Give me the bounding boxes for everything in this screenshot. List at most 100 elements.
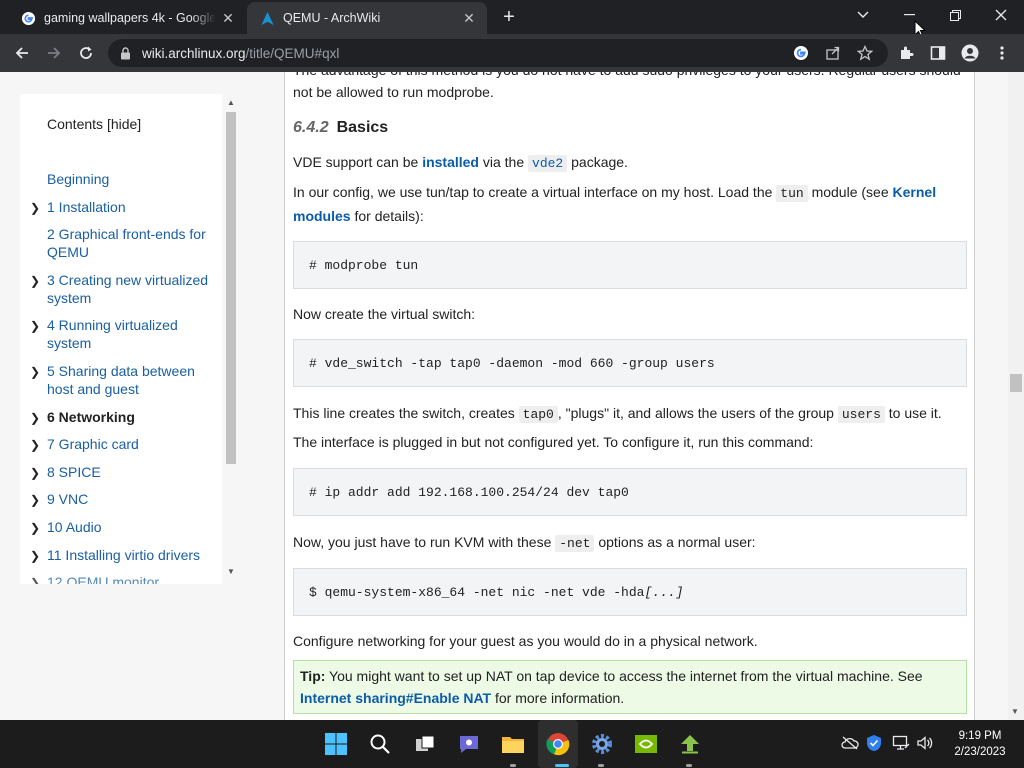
task-view-icon[interactable]	[411, 730, 439, 758]
network-icon[interactable]	[892, 734, 910, 752]
menu-kebab-icon[interactable]	[989, 40, 1015, 66]
scroll-down-arrow-icon[interactable]: ▼	[226, 567, 236, 576]
reload-button[interactable]	[73, 40, 99, 66]
chevron-right-icon[interactable]: ❯	[30, 491, 42, 509]
search-icon[interactable]	[366, 730, 394, 758]
chevron-right-icon[interactable]: ❯	[30, 436, 42, 454]
scroll-down-arrow-icon[interactable]: ▼	[1011, 707, 1019, 716]
toc-hide-link[interactable]: [hide]	[107, 116, 141, 132]
toc-item-label: 7 Graphic card	[47, 436, 139, 452]
tip-label: Tip:	[300, 668, 326, 684]
settings-gear-icon[interactable]	[588, 730, 616, 758]
address-bar[interactable]: wiki.archlinux.org/title/QEMU#qxl	[108, 39, 888, 67]
web-page: Contents [hide] Beginning ❯ 1 Installatio…	[0, 72, 1024, 720]
article-content: The advantage of this method is you do n…	[284, 72, 975, 720]
chevron-right-icon[interactable]: ❯	[30, 317, 42, 335]
clock-date: 2/23/2023	[954, 746, 1006, 758]
toc-item-label: 11 Installing virtio drivers	[47, 547, 201, 563]
section-title: Basics	[336, 119, 389, 136]
teams-chat-icon[interactable]	[455, 730, 483, 758]
text: VDE support can be	[293, 154, 423, 170]
page-scrollbar[interactable]	[1008, 72, 1024, 720]
inline-code: -net	[555, 535, 595, 552]
google-lens-icon[interactable]	[792, 44, 810, 62]
windows-start-icon[interactable]	[322, 730, 350, 758]
chrome-icon[interactable]	[544, 730, 572, 758]
toc-item-label: 12 QEMU monitor	[47, 574, 160, 584]
new-tab-button[interactable]: +	[497, 6, 521, 28]
toc-item-label: 3 Creating new virtualized system	[47, 272, 209, 306]
chevron-right-icon[interactable]: ❯	[30, 272, 42, 290]
tab-strip: gaming wallpapers 4k - Google Search ✕ Q…	[0, 0, 1024, 38]
toc-item-label: 1 Installation	[47, 199, 126, 215]
text: package.	[567, 154, 628, 170]
system-clock[interactable]: 9:19 PM 2/23/2023	[944, 728, 1016, 760]
close-window-button[interactable]	[978, 0, 1024, 30]
url-host: wiki.archlinux.org	[142, 45, 246, 61]
chevron-right-icon[interactable]: ❯	[30, 464, 42, 482]
extensions-icon[interactable]	[893, 40, 919, 66]
tab-google-search[interactable]: gaming wallpapers 4k - Google Search ✕	[8, 2, 246, 34]
toc-item-label: 4 Running virtualized system	[47, 317, 178, 351]
cloud-offline-icon[interactable]	[841, 734, 859, 752]
tab-qemu-archwiki[interactable]: QEMU - ArchWiki ✕	[247, 2, 487, 34]
toc-item-label: 6 Networking	[47, 409, 135, 425]
installed-link[interactable]: installed	[422, 154, 479, 170]
paragraph-configure-networking: Configure networking for your guest as y…	[293, 630, 963, 652]
close-icon[interactable]: ✕	[216, 10, 240, 27]
intro-text: The advantage of this method is you do n…	[293, 72, 963, 103]
restore-button[interactable]	[932, 0, 978, 30]
running-indicator	[686, 764, 692, 767]
profile-avatar-icon[interactable]	[957, 40, 983, 66]
text: to use it.	[884, 405, 942, 421]
google-icon	[20, 10, 36, 26]
internet-sharing-link[interactable]: Internet sharing#Enable NAT	[300, 690, 491, 706]
chevron-right-icon[interactable]: ❯	[30, 409, 42, 427]
url-path: /title/QEMU#qxl	[245, 45, 340, 61]
chevron-right-icon[interactable]: ❯	[30, 574, 42, 584]
toc-item-label: Beginning	[47, 171, 110, 187]
lock-icon[interactable]	[120, 46, 134, 60]
share-icon[interactable]	[824, 44, 842, 62]
code-text: # modprobe tun	[309, 257, 419, 273]
scroll-up-arrow-icon[interactable]: ▲	[226, 98, 236, 107]
security-shield-icon[interactable]	[865, 734, 883, 752]
file-explorer-icon[interactable]	[499, 730, 527, 758]
text: Now, you just have to run KVM with these	[293, 534, 556, 550]
code-text-placeholder: [...]	[644, 584, 684, 600]
toc-item-label: 2 Graphical front-ends for QEMU	[47, 226, 206, 260]
close-icon[interactable]: ✕	[457, 10, 481, 27]
toc-item-label: 8 SPICE	[47, 464, 101, 480]
chevron-right-icon[interactable]: ❯	[30, 547, 42, 565]
chevron-right-icon[interactable]: ❯	[30, 519, 42, 537]
tab-search-icon[interactable]	[840, 0, 886, 30]
code-block: $ qemu-system-x86_64 -net nic -net vde -…	[293, 568, 967, 616]
paragraph-run-kvm: Now, you just have to run KVM with these…	[293, 531, 963, 555]
page-scrollbar-thumb[interactable]	[1010, 374, 1022, 392]
vde2-package-link[interactable]: vde2	[528, 155, 568, 172]
text: Configure networking for your guest as y…	[293, 633, 758, 649]
section-number: 6.4.2	[293, 119, 329, 136]
tip-text: You might want to set up NAT on tap devi…	[325, 668, 923, 684]
forward-button[interactable]	[41, 40, 67, 66]
toc-title: Contents	[47, 116, 104, 132]
archlinux-icon	[259, 10, 275, 26]
toc-header: Contents [hide]	[47, 116, 141, 132]
side-panel-icon[interactable]	[925, 40, 951, 66]
nvidia-icon[interactable]	[632, 730, 660, 758]
bookmark-star-icon[interactable]	[856, 44, 874, 62]
text: The interface is plugged in but not conf…	[293, 434, 814, 450]
app-download-icon[interactable]	[676, 730, 704, 758]
back-button[interactable]	[9, 40, 35, 66]
toc-scrollbar-thumb[interactable]	[226, 112, 236, 464]
chevron-right-icon[interactable]: ❯	[30, 199, 42, 217]
url-text: wiki.archlinux.org/title/QEMU#qxl	[142, 46, 339, 61]
tab-title: QEMU - ArchWiki	[283, 11, 381, 25]
paragraph-interface: The interface is plugged in but not conf…	[293, 431, 963, 453]
toc-item-label: 5 Sharing data between host and guest	[47, 363, 195, 397]
section-heading: 6.4.2 Basics	[293, 119, 388, 137]
volume-icon[interactable]	[916, 734, 934, 752]
table-of-contents: Contents [hide] Beginning ❯ 1 Installatio…	[20, 94, 222, 584]
chevron-right-icon[interactable]: ❯	[30, 363, 42, 381]
tab-title: gaming wallpapers 4k - Google Search	[44, 11, 216, 25]
